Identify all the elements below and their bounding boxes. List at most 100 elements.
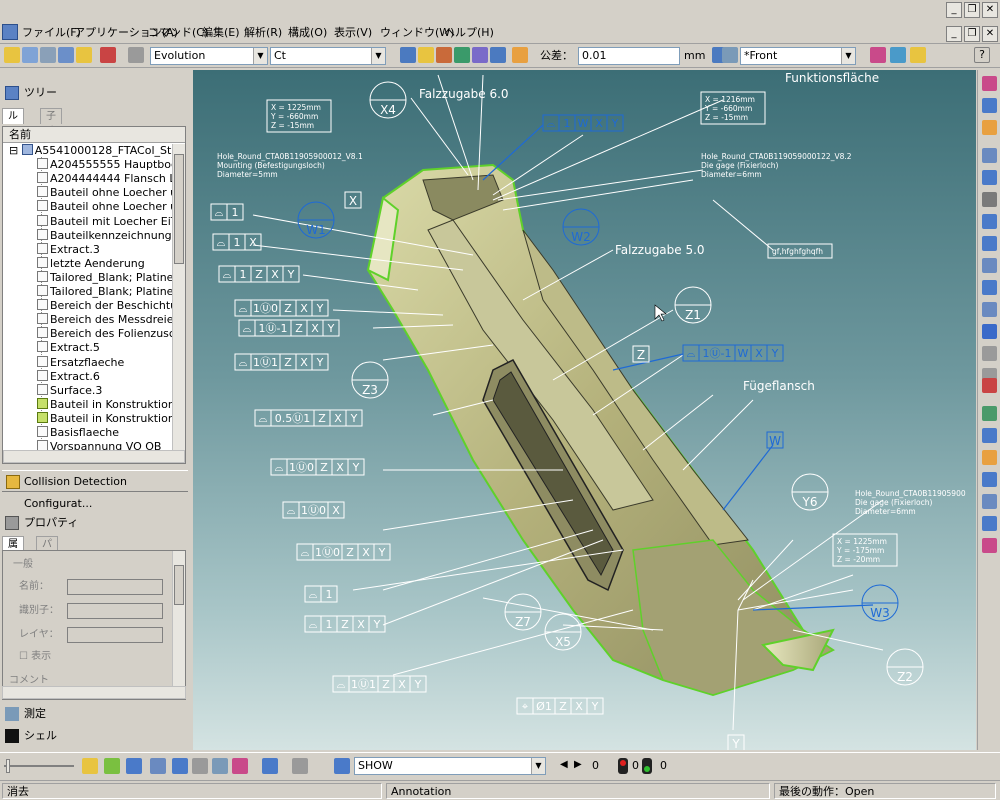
- tree-item[interactable]: Bauteilkennzeichnung: [37, 228, 185, 243]
- tool-icon-1[interactable]: [400, 47, 416, 63]
- tree-item[interactable]: Bauteil ohne Loecher u: [37, 200, 185, 214]
- tolerance-input[interactable]: 0.01: [578, 47, 680, 65]
- menu-view[interactable]: 表示(V): [334, 24, 372, 42]
- ct-combo[interactable]: Ct ▼: [270, 47, 386, 65]
- tree-item[interactable]: ⊟ A5541000128_FTACol_Star: [9, 144, 179, 158]
- move-icon[interactable]: [150, 758, 166, 774]
- tree-item[interactable]: Tailored_Blank; Platine 2: [37, 285, 185, 299]
- view-combo[interactable]: *Front ▼: [740, 47, 856, 65]
- gear-icon[interactable]: [128, 47, 144, 63]
- tree-item[interactable]: Ersatzflaeche: [37, 355, 185, 370]
- tree-item[interactable]: Bereich des Messdreiec: [37, 313, 185, 327]
- property-horizontal-scrollbar[interactable]: [2, 686, 186, 699]
- right-tool-icon-8[interactable]: [982, 258, 997, 273]
- slider-handle[interactable]: [6, 759, 10, 773]
- tree-horizontal-scrollbar[interactable]: [3, 450, 185, 463]
- identifier-field[interactable]: [67, 603, 163, 619]
- doc-minimize-button[interactable]: _: [946, 26, 962, 42]
- tool-icon-10[interactable]: [910, 47, 926, 63]
- menu-configure[interactable]: 構成(O): [288, 24, 327, 42]
- right-tool-icon-15[interactable]: [982, 428, 997, 443]
- bottom-tool-icon-5[interactable]: [212, 758, 228, 774]
- right-tool-icon-19[interactable]: [982, 516, 997, 531]
- close-button[interactable]: ✕: [982, 2, 998, 18]
- doc-restore-button[interactable]: ❐: [964, 26, 980, 42]
- shell-item[interactable]: シェル: [2, 726, 57, 746]
- right-tool-icon-16[interactable]: [982, 450, 997, 465]
- undo-icon[interactable]: [100, 47, 116, 63]
- right-tool-icon-11[interactable]: [982, 324, 997, 339]
- tree-item[interactable]: Bauteil in Konstruktions: [37, 411, 185, 426]
- tree-item[interactable]: Extract.3: [37, 242, 185, 257]
- tree-item[interactable]: Bereich des Folienzuscl: [37, 327, 185, 341]
- tree-item[interactable]: A204444444 Flansch L1: [37, 172, 185, 186]
- bottom-tool-icon-1[interactable]: [82, 758, 98, 774]
- right-tool-icon-3[interactable]: [982, 120, 997, 135]
- tool-icon-8[interactable]: [870, 47, 886, 63]
- bottom-tool-icon-6[interactable]: [232, 758, 248, 774]
- layer-field[interactable]: [67, 627, 163, 643]
- restore-button[interactable]: ❐: [964, 2, 980, 18]
- right-tool-icon-20[interactable]: [982, 538, 997, 553]
- tree-column-header[interactable]: 名前: [3, 127, 185, 143]
- right-tool-icon-2[interactable]: [982, 98, 997, 113]
- menu-help[interactable]: ヘルプ(H): [444, 24, 494, 42]
- tool-icon-2[interactable]: [418, 47, 434, 63]
- filter-icon[interactable]: [192, 758, 208, 774]
- app-icon[interactable]: [2, 24, 18, 40]
- save-icon[interactable]: [22, 47, 38, 63]
- doc-close-button[interactable]: ✕: [982, 26, 998, 42]
- tree-item[interactable]: Surface.3: [37, 383, 185, 398]
- tree-item[interactable]: Bauteil mit Loecher EiT: [37, 214, 185, 229]
- prev-arrow-icon[interactable]: ◀: [560, 759, 568, 770]
- tree-item[interactable]: Extract.6: [37, 369, 185, 384]
- evolution-combo[interactable]: Evolution ▼: [150, 47, 268, 65]
- property-scrollbar[interactable]: [172, 551, 185, 699]
- tree-item[interactable]: A204555555 Hauptbode: [37, 158, 185, 172]
- minimize-button[interactable]: _: [946, 2, 962, 18]
- menu-edit[interactable]: 編集(E): [202, 24, 240, 42]
- right-tool-icon-4[interactable]: [982, 148, 997, 163]
- measure-item[interactable]: 測定: [2, 704, 46, 724]
- next-arrow-icon[interactable]: ▶: [574, 759, 582, 770]
- open-folder-icon[interactable]: [4, 47, 20, 63]
- tree-item[interactable]: Tailored_Blank; Platine 1: [37, 270, 185, 285]
- right-tool-icon-1[interactable]: [982, 76, 997, 91]
- tool-icon-7[interactable]: [512, 47, 528, 63]
- folder-icon[interactable]: [76, 47, 92, 63]
- tree-item[interactable]: letzte Aenderung: [37, 256, 185, 271]
- right-tool-icon-7[interactable]: [982, 236, 997, 251]
- tree-item[interactable]: Basisflaeche: [37, 426, 185, 440]
- bottom-tool-icon-8[interactable]: [334, 758, 350, 774]
- right-tool-icon-17[interactable]: [982, 472, 997, 487]
- cube-icon[interactable]: [262, 758, 278, 774]
- menu-analysis[interactable]: 解析(R): [244, 24, 282, 42]
- traffic-light-red-icon[interactable]: [618, 758, 628, 774]
- bottom-tool-icon-7[interactable]: [292, 758, 308, 774]
- delete-icon[interactable]: [982, 378, 997, 393]
- chevron-down-icon[interactable]: ▼: [841, 48, 855, 64]
- scroll-thumb[interactable]: [174, 565, 184, 605]
- part-body[interactable]: [366, 163, 835, 697]
- eye-icon[interactable]: [722, 47, 738, 63]
- chevron-down-icon[interactable]: ▼: [371, 48, 385, 64]
- collapse-icon[interactable]: ⊟: [9, 144, 22, 157]
- right-tool-icon-5[interactable]: [982, 170, 997, 185]
- bottom-tool-icon-4[interactable]: [172, 758, 188, 774]
- tool-icon-4[interactable]: [454, 47, 470, 63]
- menu-command[interactable]: コマンド(C): [148, 24, 208, 42]
- 3d-viewport[interactable]: Falzzugabe 6.0 Falzzugabe 5.0 Funktionsf…: [193, 70, 976, 750]
- right-tool-icon-6[interactable]: [982, 214, 997, 229]
- right-tool-icon-9[interactable]: [982, 280, 997, 295]
- tool-icon-6[interactable]: [490, 47, 506, 63]
- traffic-light-green-icon[interactable]: [642, 758, 652, 774]
- help-icon[interactable]: ?: [974, 47, 990, 63]
- right-tool-icon-14[interactable]: [982, 406, 997, 421]
- tab-root[interactable]: ルート: [2, 108, 24, 152]
- bottom-tool-icon-3[interactable]: [126, 758, 142, 774]
- menu-file[interactable]: ファイル(F): [22, 24, 81, 42]
- tree-item[interactable]: Bauteil in Konstruktions: [37, 397, 185, 412]
- chevron-down-icon[interactable]: ▼: [531, 758, 545, 774]
- collision-detection-item[interactable]: Collision Detection Configurat...: [2, 470, 188, 510]
- tree-item[interactable]: Extract.5: [37, 341, 185, 355]
